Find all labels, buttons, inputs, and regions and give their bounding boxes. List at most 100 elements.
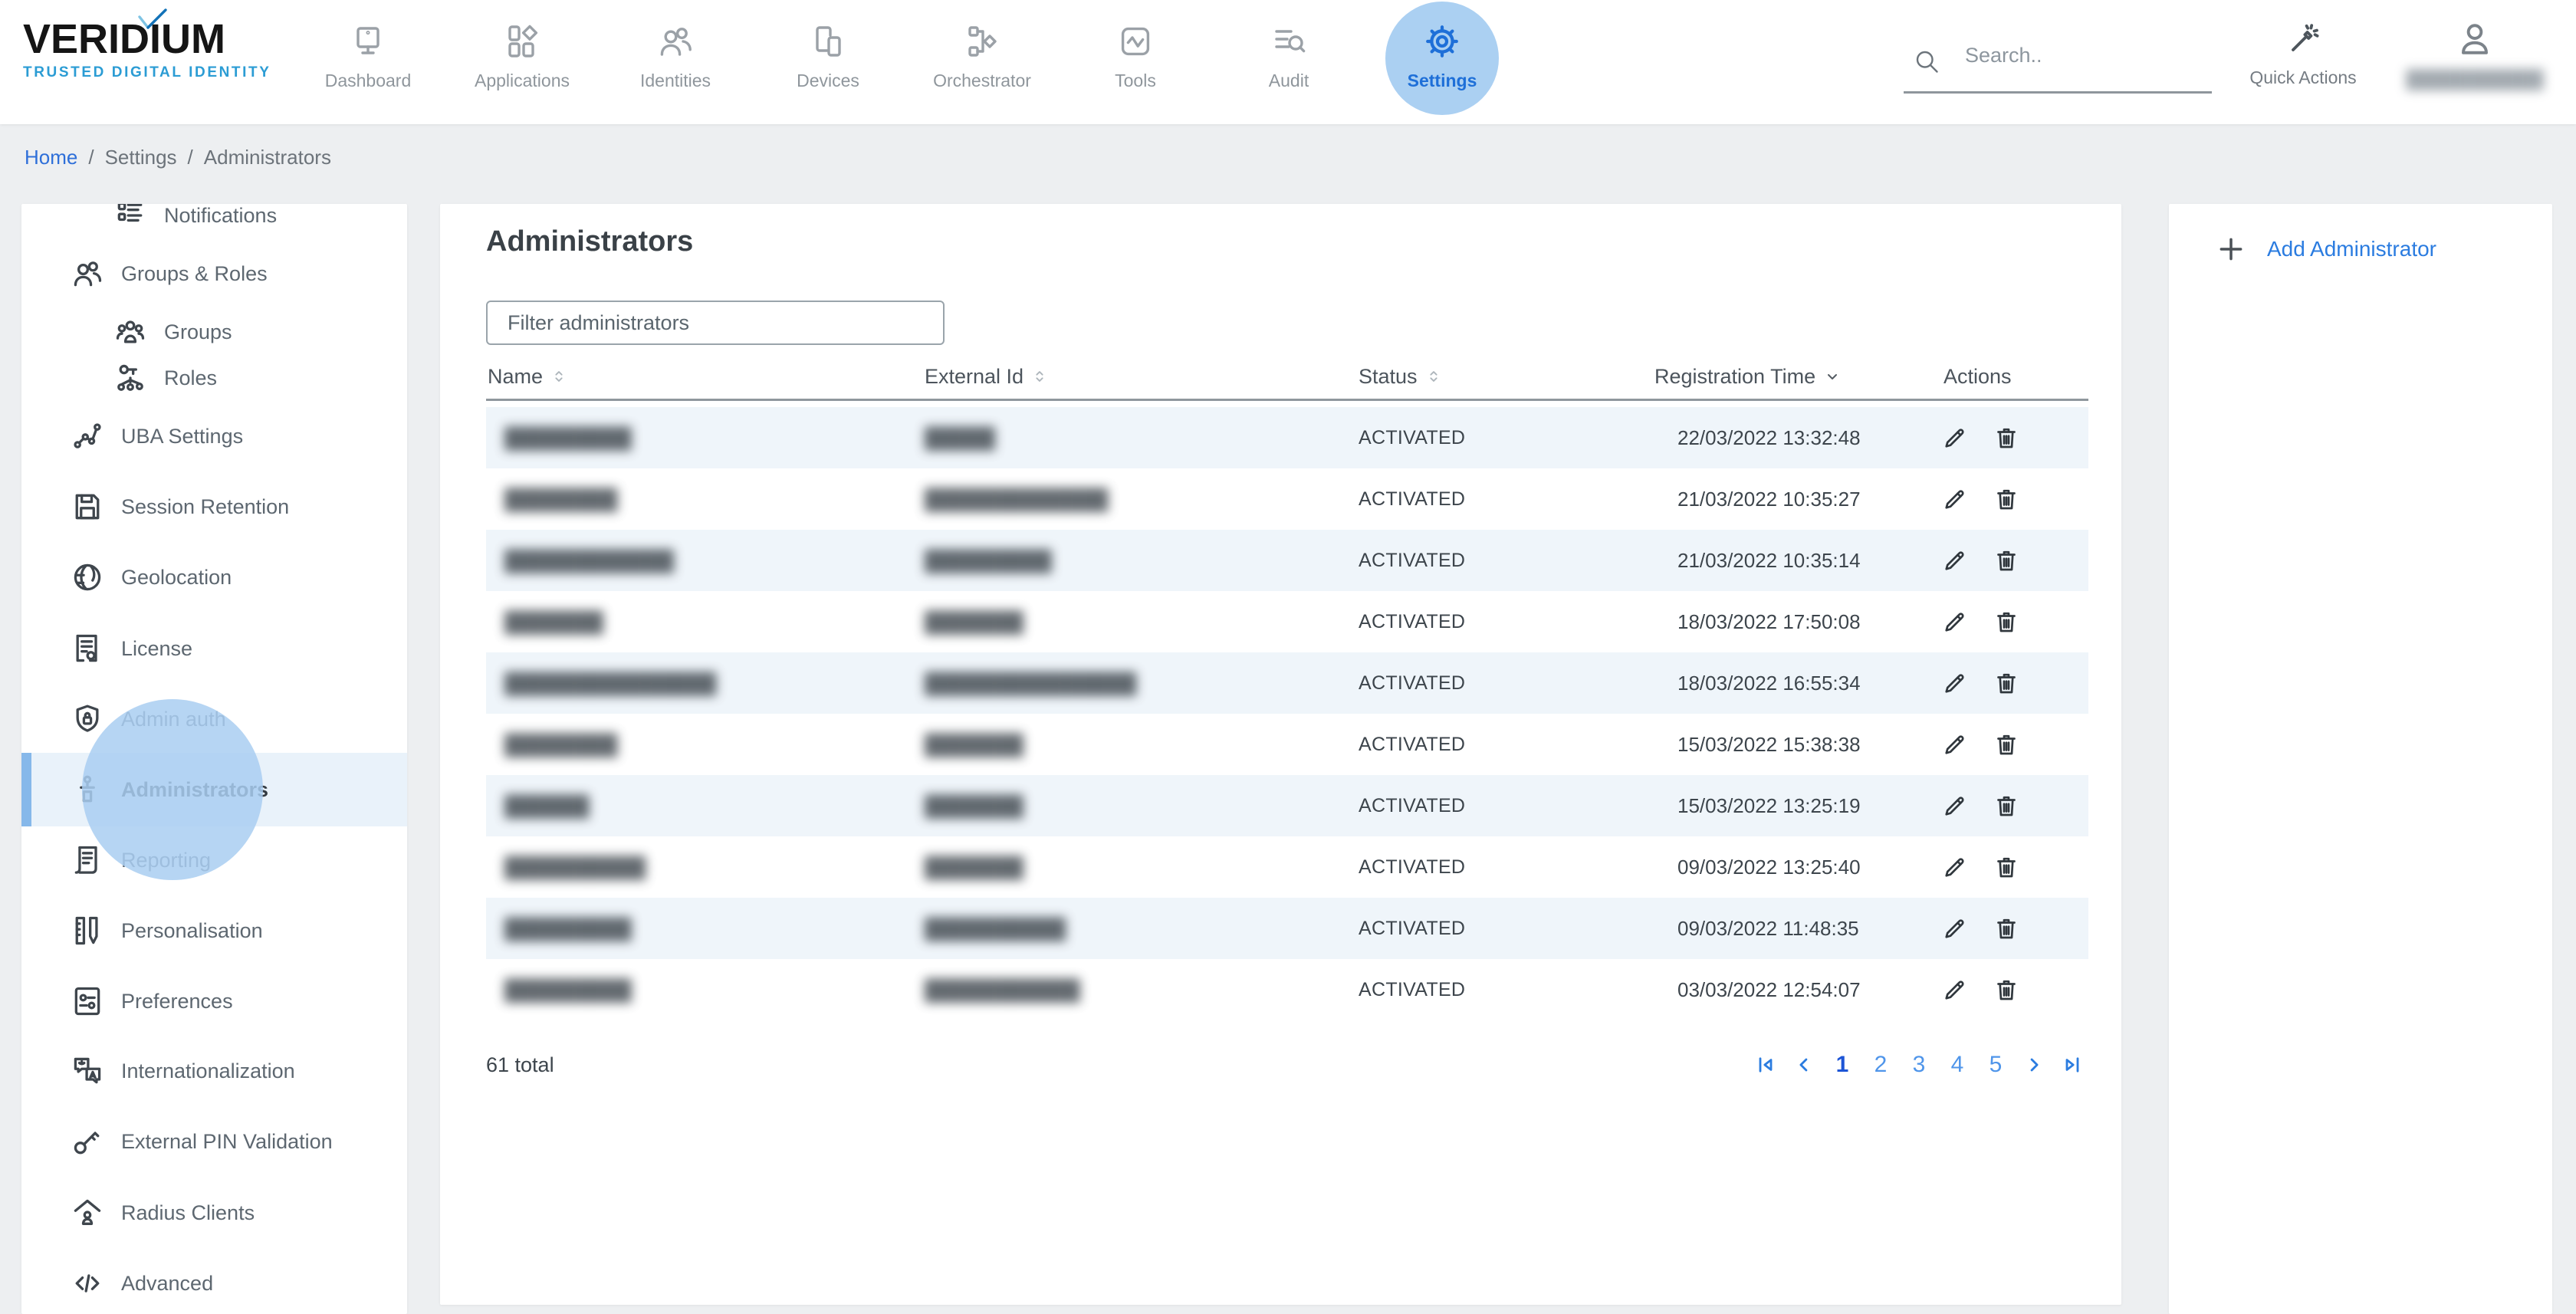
nav-dashboard[interactable]: Dashboard [302, 0, 434, 124]
search-icon[interactable] [1913, 48, 1940, 75]
delete-icon[interactable] [1991, 668, 2022, 698]
table-row[interactable]: ████████ ███████ ACTIVATED 15/03/2022 15… [486, 714, 2088, 775]
sidebar-item-license[interactable]: License [21, 612, 407, 685]
nav-tools[interactable]: Tools [1070, 0, 1201, 124]
delete-icon[interactable] [1991, 852, 2022, 882]
translate-bubbles-icon [71, 1054, 104, 1088]
nav-devices[interactable]: Devices [762, 0, 894, 124]
admin-external-id-redacted: █████████ [925, 530, 1052, 591]
sidebar-item-advanced[interactable]: Advanced [21, 1247, 407, 1314]
edit-icon[interactable] [1940, 545, 1970, 576]
page-button-5[interactable]: 5 [1980, 1047, 2012, 1082]
delete-icon[interactable] [1991, 974, 2022, 1005]
nav-orchestrator[interactable]: Orchestrator [916, 0, 1048, 124]
column-header-status[interactable]: Status [1359, 354, 1442, 399]
edit-icon[interactable] [1940, 852, 1970, 882]
delete-icon[interactable] [1991, 422, 2022, 453]
sidebar-item-uba-settings[interactable]: UBA Settings [21, 399, 407, 473]
tools-icon [1117, 23, 1154, 60]
status-value: ACTIVATED [1359, 407, 1465, 468]
delete-icon[interactable] [1991, 913, 2022, 944]
sidebar-item-personalisation[interactable]: Personalisation [21, 894, 407, 967]
breadcrumb-settings[interactable]: Settings [105, 146, 177, 169]
next-page-button[interactable] [2018, 1047, 2050, 1082]
sort-icon[interactable] [1425, 368, 1442, 385]
sidebar-item-geolocation[interactable]: Geolocation [21, 540, 407, 614]
registration-time-value: 09/03/2022 13:25:40 [1677, 836, 1861, 898]
table-row[interactable]: ██████████ ███████ ACTIVATED 09/03/2022 … [486, 836, 2088, 898]
delete-icon[interactable] [1991, 484, 2022, 514]
sort-icon[interactable] [550, 368, 567, 385]
settings-sidebar: Notifications Groups & Roles Groups Role… [21, 204, 407, 1314]
sidebar-item-radius-clients[interactable]: Radius Clients [21, 1176, 407, 1250]
registration-time-value: 15/03/2022 15:38:38 [1677, 714, 1861, 775]
status-value: ACTIVATED [1359, 652, 1465, 714]
table-row[interactable]: ████████████ █████████ ACTIVATED 21/03/2… [486, 530, 2088, 591]
page-button-1[interactable]: 1 [1826, 1047, 1858, 1082]
edit-icon[interactable] [1940, 668, 1970, 698]
table-row[interactable]: ██████ ███████ ACTIVATED 15/03/2022 13:2… [486, 775, 2088, 836]
nav-applications[interactable]: Applications [456, 0, 588, 124]
delete-icon[interactable] [1991, 545, 2022, 576]
admin-name-redacted: ███████ [504, 591, 603, 652]
filter-administrators-input[interactable] [486, 301, 945, 345]
column-header-external-id[interactable]: External Id [925, 354, 1048, 399]
quick-actions-button[interactable]: Quick Actions [2235, 0, 2371, 124]
app-header: VERIDIUM TRUSTED DIGITAL IDENTITY Dashbo… [0, 0, 2576, 124]
nav-identities[interactable]: Identities [610, 0, 741, 124]
first-page-button[interactable] [1750, 1047, 1782, 1082]
page-button-4[interactable]: 4 [1941, 1047, 1973, 1082]
table-row[interactable]: █████████ █████ ACTIVATED 22/03/2022 13:… [486, 407, 2088, 468]
edit-icon[interactable] [1940, 606, 1970, 637]
sidebar-item-preferences[interactable]: Preferences [21, 964, 407, 1038]
edit-icon[interactable] [1940, 729, 1970, 760]
nav-audit[interactable]: Audit [1223, 0, 1355, 124]
column-header-name[interactable]: Name [488, 354, 567, 399]
registration-time-value: 18/03/2022 17:50:08 [1677, 591, 1861, 652]
sort-desc-icon[interactable] [1823, 367, 1842, 386]
table-row[interactable]: █████████ ███████████ ACTIVATED 03/03/20… [486, 959, 2088, 1020]
user-menu[interactable]: ███████████ [2398, 0, 2551, 124]
edit-icon[interactable] [1940, 974, 1970, 1005]
table-row[interactable]: █████████ ██████████ ACTIVATED 09/03/202… [486, 898, 2088, 959]
identities-icon [657, 23, 694, 60]
nav-settings[interactable]: Settings [1376, 0, 1508, 124]
edit-icon[interactable] [1940, 422, 1970, 453]
delete-icon[interactable] [1991, 729, 2022, 760]
add-administrator-button[interactable]: Add Administrator [2216, 235, 2436, 264]
table-row[interactable]: ████████ █████████████ ACTIVATED 21/03/2… [486, 468, 2088, 530]
chevron-left-icon [1793, 1054, 1815, 1076]
devices-icon [810, 23, 846, 60]
admin-name-redacted: ████████████ [504, 530, 674, 591]
table-row[interactable]: ███████████████ ███████████████ ACTIVATE… [486, 652, 2088, 714]
veridium-logo[interactable]: VERIDIUM TRUSTED DIGITAL IDENTITY [23, 18, 271, 81]
logo-subtitle: TRUSTED DIGITAL IDENTITY [23, 64, 271, 81]
delete-icon[interactable] [1991, 606, 2022, 637]
registration-time-value: 18/03/2022 16:55:34 [1677, 652, 1861, 714]
sidebar-item-session-retention[interactable]: Session Retention [21, 470, 407, 544]
page-button-2[interactable]: 2 [1865, 1047, 1897, 1082]
registration-time-value: 21/03/2022 10:35:14 [1677, 530, 1861, 591]
admin-name-redacted: ███████████████ [504, 652, 716, 714]
sidebar-item-external-pin-validation[interactable]: External PIN Validation [21, 1105, 407, 1178]
user-name-redacted: ███████████ [2406, 69, 2543, 90]
admin-external-id-redacted: ███████ [925, 591, 1024, 652]
edit-icon[interactable] [1940, 790, 1970, 821]
applications-icon [504, 23, 540, 60]
admin-name-redacted: ████████ [504, 714, 617, 775]
search-input[interactable] [1963, 43, 2196, 68]
delete-icon[interactable] [1991, 790, 2022, 821]
edit-icon[interactable] [1940, 484, 1970, 514]
breadcrumb-home-link[interactable]: Home [25, 146, 77, 169]
nav-label: Orchestrator [933, 71, 1031, 91]
edit-icon[interactable] [1940, 913, 1970, 944]
sort-icon[interactable] [1031, 368, 1048, 385]
code-icon [71, 1266, 104, 1300]
sidebar-item-internationalization[interactable]: Internationalization [21, 1034, 407, 1108]
table-row[interactable]: ███████ ███████ ACTIVATED 18/03/2022 17:… [486, 591, 2088, 652]
last-page-button[interactable] [2056, 1047, 2088, 1082]
previous-page-button[interactable] [1788, 1047, 1820, 1082]
column-header-registration-time[interactable]: Registration Time [1654, 354, 1842, 399]
page-button-3[interactable]: 3 [1903, 1047, 1935, 1082]
admin-external-id-redacted: █████████████ [925, 468, 1108, 530]
